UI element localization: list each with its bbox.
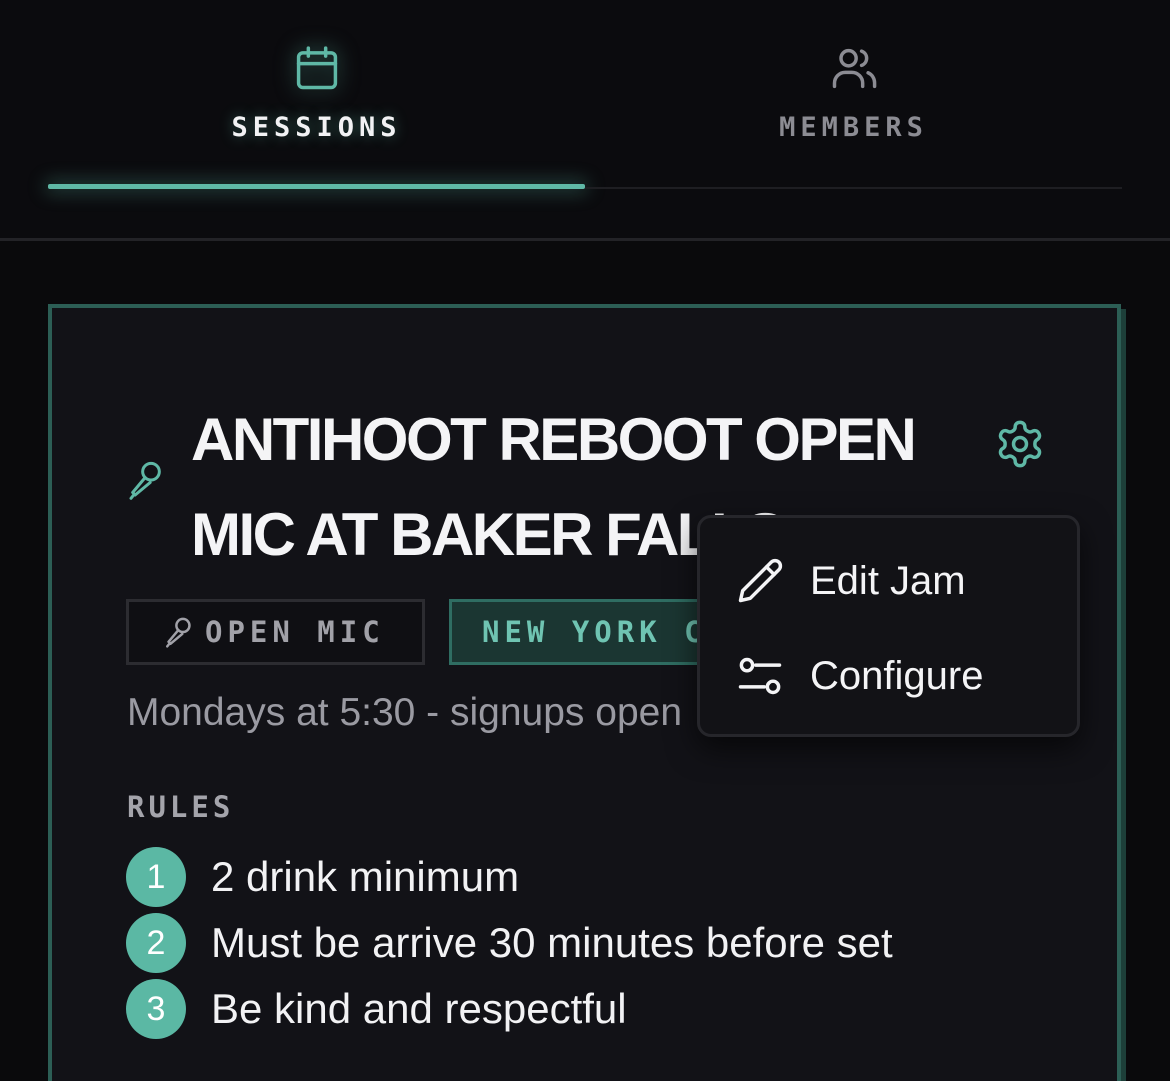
menu-item-edit-jam-label: Edit Jam xyxy=(810,558,966,603)
tab-sessions[interactable]: SESSIONS xyxy=(48,0,585,190)
menu-item-edit-jam[interactable]: Edit Jam xyxy=(734,551,966,611)
rules-heading: RULES xyxy=(127,790,235,824)
tab-members-label: MEMBERS xyxy=(779,112,928,143)
rule-text: 2 drink minimum xyxy=(211,853,520,900)
rule-number-badge: 3 xyxy=(126,979,186,1039)
tag-open-mic: OPEN MIC xyxy=(126,599,425,665)
tab-members[interactable]: MEMBERS xyxy=(585,0,1122,190)
menu-item-configure[interactable]: Configure xyxy=(734,646,983,706)
microphone-icon xyxy=(129,461,161,500)
rule-text: Be kind and respectful xyxy=(211,985,627,1032)
gear-icon[interactable] xyxy=(994,418,1046,470)
tab-bar: SESSIONS MEMBERS xyxy=(0,0,1170,241)
app-root: SESSIONS MEMBERS ANTIHOOT REBOOT OPEN MI… xyxy=(0,0,1170,1081)
rule-item: 2 Must be arrive 30 minutes before set xyxy=(126,910,893,976)
rule-item: 3 Be kind and respectful xyxy=(126,976,893,1042)
active-tab-indicator xyxy=(48,184,585,189)
tab-sessions-label: SESSIONS xyxy=(231,112,402,143)
schedule-text: Mondays at 5:30 - signups open xyxy=(127,691,683,734)
tag-open-mic-label: OPEN MIC xyxy=(205,615,385,649)
menu-item-configure-label: Configure xyxy=(810,653,984,698)
calendar-icon xyxy=(296,46,337,90)
sliders-icon xyxy=(738,657,782,695)
rule-number-badge: 1 xyxy=(126,847,186,907)
rules-list: 1 2 drink minimum 2 Must be arrive 30 mi… xyxy=(126,844,893,1042)
rule-text: Must be arrive 30 minutes before set xyxy=(211,919,893,966)
rule-item: 1 2 drink minimum xyxy=(126,844,893,910)
microphone-icon xyxy=(165,617,191,648)
rule-number-badge: 2 xyxy=(126,913,186,973)
jam-actions-menu: Edit Jam Configure xyxy=(697,515,1080,737)
divider xyxy=(0,238,1170,241)
tab-track xyxy=(585,187,1122,189)
users-icon xyxy=(832,48,876,89)
pencil-icon xyxy=(738,558,783,603)
